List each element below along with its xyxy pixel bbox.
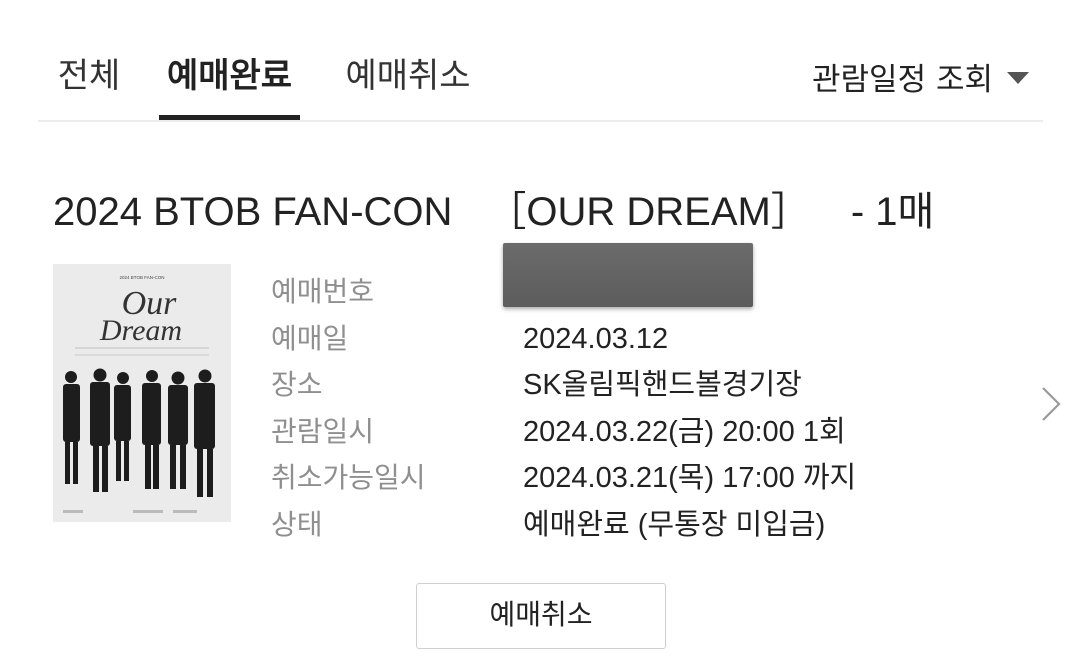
poster-image: 2024 BTOB FAN-CON Our Dream — [53, 264, 231, 522]
booking-number-redaction — [503, 243, 753, 307]
label-booking-number: 예매번호 — [271, 275, 375, 308]
tab-bar: 전체 예매완료 예매취소 관람일정 조회 — [38, 0, 1043, 122]
schedule-filter-dropdown[interactable]: 관람일정 조회 — [812, 52, 1029, 100]
label-booking-date: 예매일 — [271, 321, 349, 355]
caret-down-icon — [1007, 72, 1029, 84]
event-subtitle: ［OUR DREAM］ — [486, 190, 811, 234]
detail-values: 2024.03.12 SK올림픽핸드볼경기장 2024.03.22(금) 20:… — [523, 269, 856, 548]
value-cancel-deadline: 2024.03.21(목) 17:00 까지 — [523, 462, 857, 494]
label-show-datetime: 관람일시 — [271, 414, 375, 448]
booking-page: 전체 예매완료 예매취소 관람일정 조회 2024 BTOB FAN-CON ［O… — [0, 0, 1080, 670]
label-status: 상태 — [271, 507, 323, 541]
booking-title[interactable]: 2024 BTOB FAN-CON ［OUR DREAM］ - 1매 — [53, 186, 934, 238]
active-tab-indicator — [159, 115, 300, 120]
label-cancel-deadline: 취소가능일시 — [271, 461, 426, 494]
detail-labels: 예매번호 예매일 장소 관람일시 취소가능일시 상태 — [271, 269, 426, 548]
poster-header-text: 2024 BTOB FAN-CON — [120, 275, 165, 280]
label-venue: 장소 — [271, 368, 323, 401]
chevron-right-icon[interactable] — [1040, 386, 1062, 422]
tab-cancelled[interactable]: 예매취소 — [342, 52, 474, 120]
value-booking-date: 2024.03.12 — [523, 322, 669, 355]
event-poster[interactable]: 2024 BTOB FAN-CON Our Dream — [53, 264, 231, 522]
schedule-filter-label: 관람일정 조회 — [812, 61, 993, 98]
value-venue: SK올림픽핸드볼경기장 — [523, 369, 802, 401]
ticket-quantity: - 1매 — [850, 190, 935, 234]
cancel-booking-button[interactable]: 예매취소 — [416, 583, 666, 649]
tab-completed[interactable]: 예매완료 — [159, 52, 300, 120]
poster-title-dream: Dream — [99, 314, 182, 347]
value-status: 예매완료 (무통장 미입금) — [523, 508, 826, 541]
value-show-datetime: 2024.03.22(금) 20:00 1회 — [523, 415, 846, 448]
tab-all[interactable]: 전체 — [54, 52, 124, 120]
event-title: 2024 BTOB FAN-CON — [53, 190, 453, 234]
